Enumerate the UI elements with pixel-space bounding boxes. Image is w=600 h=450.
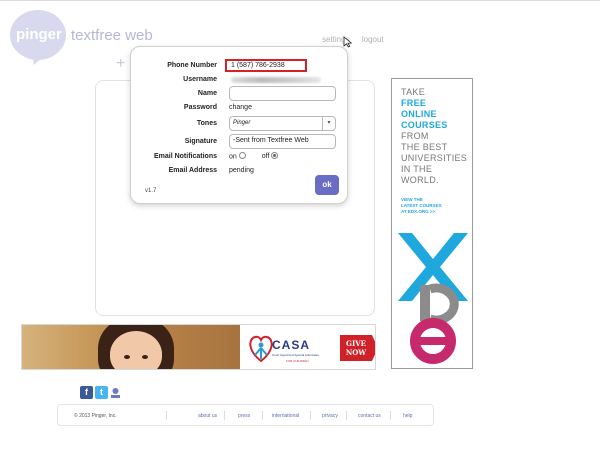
- email-address-label: Email Address: [168, 167, 217, 174]
- chevron-down-icon[interactable]: ▾: [322, 117, 335, 130]
- casa-advertisement[interactable]: CASA Court Appointed Special Advocates F…: [21, 324, 376, 370]
- email-status-link[interactable]: pending: [229, 167, 254, 174]
- tones-row: Tones Pinger ▾: [131, 116, 349, 131]
- phone-number-label: Phone Number: [167, 62, 217, 69]
- ad-cta[interactable]: AT EDX.ORG >>: [401, 209, 435, 214]
- password-label: Password: [183, 104, 217, 111]
- photo-eye: [124, 355, 130, 359]
- photo-eye: [142, 355, 148, 359]
- ad-line: ONLINE: [401, 109, 437, 119]
- twitter-icon[interactable]: t: [95, 386, 108, 399]
- change-password-link[interactable]: change: [229, 104, 252, 111]
- textfree-web-page: pinger textfree web settings logout + Ph…: [0, 0, 600, 450]
- version-text: v1.7: [145, 188, 157, 194]
- notifications-off-label: off: [261, 153, 270, 161]
- app-name: textfree web: [71, 27, 153, 44]
- footer-divider: [310, 411, 311, 420]
- footer-divider: [166, 411, 167, 420]
- ad-line: TAKE: [401, 87, 426, 97]
- ad-cta[interactable]: VIEW THE: [401, 197, 423, 202]
- footer-link-about-us[interactable]: about us: [198, 413, 217, 419]
- now-label: NOW: [345, 348, 367, 357]
- top-border: [0, 0, 600, 1]
- footer-link-help[interactable]: help: [403, 413, 412, 419]
- notifications-radio-group: on off: [229, 152, 279, 161]
- username-value-redacted: [231, 77, 321, 83]
- ad-line: FREE: [401, 98, 427, 108]
- ad-line: COURSES: [401, 120, 448, 130]
- phone-number-value: 1 (587) 786-2938: [225, 59, 307, 72]
- password-row: Password change: [131, 103, 349, 115]
- signature-row: Signature -Sent from Textfree Web: [131, 134, 349, 149]
- give-label: GIVE: [345, 339, 367, 348]
- notifications-off-radio[interactable]: [271, 152, 279, 159]
- ok-button[interactable]: ok: [315, 175, 339, 195]
- casa-wordmark: CASA: [272, 338, 311, 352]
- give-arrow-icon: [372, 335, 375, 361]
- facebook-icon[interactable]: f: [80, 386, 93, 399]
- name-label: Name: [197, 90, 217, 97]
- email-notifications-row: Email Notifications on off: [131, 152, 349, 164]
- give-now-button[interactable]: GIVE NOW: [340, 335, 372, 361]
- footer-link-international[interactable]: international: [272, 413, 299, 419]
- settings-dialog: Phone Number 1 (587) 786-2938 Username N…: [130, 46, 348, 204]
- logout-link[interactable]: logout: [362, 35, 384, 44]
- photo-face: [110, 331, 162, 369]
- google-plus-one-icon[interactable]: [109, 386, 122, 399]
- ad-line: THE BEST: [401, 142, 448, 152]
- ad-line: WORLD.: [401, 175, 439, 185]
- ad-cta[interactable]: LATEST COURSES: [401, 203, 442, 208]
- footer-link-contact-us[interactable]: contact us: [358, 413, 381, 419]
- tones-label: Tones: [196, 120, 217, 127]
- notifications-on-radio[interactable]: [238, 152, 246, 159]
- name-row: Name: [131, 86, 349, 101]
- mouse-cursor-icon: [343, 36, 353, 48]
- top-nav: settings logout: [322, 35, 394, 44]
- footer-divider: [346, 411, 347, 420]
- footer-divider: [262, 411, 263, 420]
- ad-line: FROM: [401, 131, 429, 141]
- footer: © 2013 Pinger, Inc. about us press inter…: [57, 404, 434, 426]
- casa-tagline: Court Appointed Special Advocates: [272, 353, 319, 357]
- footer-divider: [390, 411, 391, 420]
- signature-input[interactable]: -Sent from Textfree Web: [229, 134, 336, 149]
- ad-line: IN THE: [401, 164, 433, 174]
- notifications-on-label: on: [229, 153, 237, 161]
- ad-line: UNIVERSITIES: [401, 153, 468, 163]
- new-message-plus-icon[interactable]: +: [116, 55, 125, 73]
- edx-advertisement[interactable]: TAKE FREE ONLINE COURSES FROM THE BEST U…: [391, 78, 473, 369]
- username-label: Username: [183, 76, 217, 83]
- footer-link-privacy[interactable]: privacy: [322, 413, 338, 419]
- edx-logo-icon: [398, 233, 468, 364]
- child-photo: [22, 325, 240, 369]
- footer-link-press[interactable]: press: [238, 413, 250, 419]
- phone-number-row: Phone Number 1 (587) 786-2938: [131, 59, 349, 73]
- logo-text: pinger: [16, 26, 62, 43]
- name-input[interactable]: [229, 86, 336, 101]
- tones-selected-value: Pinger: [233, 120, 251, 126]
- signature-label: Signature: [184, 138, 217, 145]
- casa-tagline-children: FOR CHILDREN: [286, 359, 309, 363]
- casa-logo-area: CASA Court Appointed Special Advocates F…: [242, 325, 375, 369]
- copyright-text: © 2013 Pinger, Inc.: [74, 413, 117, 419]
- tones-select[interactable]: Pinger ▾: [229, 116, 336, 131]
- footer-divider: [224, 411, 225, 420]
- email-notifications-label: Email Notifications: [153, 153, 217, 160]
